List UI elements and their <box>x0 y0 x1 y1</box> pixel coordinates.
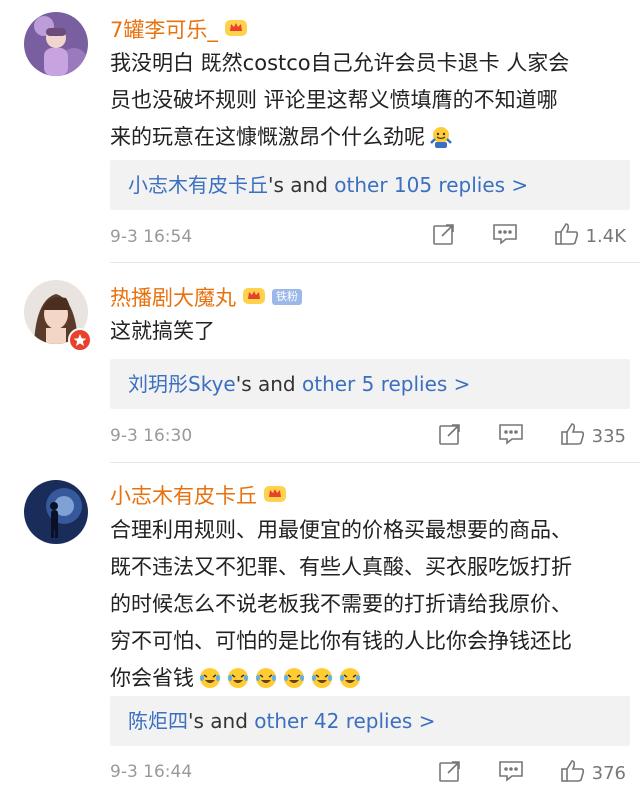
username[interactable]: 小志木有皮卡丘 <box>110 480 287 510</box>
comment-line: 来的玩意在这慷慨激昂个什么劲呢 <box>110 119 630 156</box>
shrug-emoji-icon <box>429 124 453 148</box>
replies-summary[interactable]: 刘玥彤Skye's and other 5 replies > <box>110 359 630 409</box>
laugh-cry-emoji-icon <box>338 665 362 689</box>
comment-1: 7罐李可乐_ 我没明白 既然costco自己允许会员卡退卡 人家会 员也没破坏规… <box>0 0 640 263</box>
like-count: 376 <box>591 763 626 784</box>
comment-icon[interactable] <box>498 759 524 788</box>
comment-3: 小志木有皮卡丘 合理利用规则、用最便宜的价格买最想要的商品、 既不违法又不犯罪、… <box>0 462 640 784</box>
comment-line: 穷不可怕、可怕的是比你有钱的人比你会挣钱还比 <box>110 629 572 653</box>
crown-badge-icon <box>224 17 248 42</box>
comment-line: 的时候怎么不说老板我不需要的打折请给我原价、 <box>110 592 572 616</box>
comment-line: 我没明白 既然costco自己允许会员卡退卡 人家会 <box>110 51 570 75</box>
verified-badge-icon <box>68 328 92 352</box>
username[interactable]: 7罐李可乐_ <box>110 14 248 44</box>
reply-connector: 's and <box>235 372 296 396</box>
comment-2: 热播剧大魔丸 铁粉 这就搞笑了 刘玥彤Skye's and other 5 re… <box>0 262 640 463</box>
username-text[interactable]: 7罐李可乐_ <box>110 14 218 44</box>
share-icon[interactable] <box>438 422 462 451</box>
laugh-cry-emoji-icon <box>254 665 278 689</box>
crown-badge-icon <box>242 285 266 310</box>
reply-user-link[interactable]: 刘玥彤Skye <box>128 372 236 396</box>
crown-badge-icon <box>263 483 287 508</box>
laugh-cry-emoji-icon <box>198 665 222 689</box>
like-count: 1.4K <box>585 226 626 247</box>
avatar[interactable] <box>24 12 88 76</box>
reply-count-link[interactable]: other 105 replies > <box>334 173 528 197</box>
comment-text: 合理利用规则、用最便宜的价格买最想要的商品、 既不违法又不犯罪、有些人真酸、买衣… <box>110 512 630 697</box>
laugh-cry-emoji-icon <box>310 665 334 689</box>
reply-connector: 's and <box>188 709 248 733</box>
comment-line: 既不违法又不犯罪、有些人真酸、买衣服吃饭打折 <box>110 555 572 579</box>
replies-summary[interactable]: 小志木有皮卡丘's and other 105 replies > <box>110 160 630 210</box>
comment-line: 合理利用规则、用最便宜的价格买最想要的商品、 <box>110 518 572 542</box>
comment-text: 我没明白 既然costco自己允许会员卡退卡 人家会 员也没破坏规则 评论里这帮… <box>110 45 630 156</box>
comment-text: 这就搞笑了 <box>110 313 630 350</box>
comment-icon[interactable] <box>492 222 518 251</box>
username-text[interactable]: 小志木有皮卡丘 <box>110 480 257 510</box>
share-icon[interactable] <box>438 759 462 788</box>
comment-actions: 1.4K <box>396 222 626 251</box>
comment-line: 这就搞笑了 <box>110 319 215 343</box>
like-icon[interactable] <box>554 222 580 251</box>
comment-icon[interactable] <box>498 422 524 451</box>
reply-connector: 's and <box>268 173 328 197</box>
comment-line-text: 你会省钱 <box>110 666 194 690</box>
share-icon[interactable] <box>432 222 456 251</box>
comment-line: 员也没破坏规则 评论里这帮义愤填膺的不知道哪 <box>110 88 558 112</box>
comment-line-text: 来的玩意在这慷慨激昂个什么劲呢 <box>110 125 425 149</box>
laugh-cry-emoji-icon <box>226 665 250 689</box>
reply-user-link[interactable]: 陈炬四 <box>128 709 188 733</box>
timestamp: 9-3 16:30 <box>110 426 193 446</box>
username[interactable]: 热播剧大魔丸 铁粉 <box>110 282 302 312</box>
timestamp: 9-3 16:44 <box>110 762 193 782</box>
comment-actions: 335 <box>402 422 626 451</box>
avatar[interactable] <box>24 480 88 544</box>
reply-user-link[interactable]: 小志木有皮卡丘 <box>128 173 268 197</box>
comment-line: 你会省钱 <box>110 660 630 697</box>
reply-count-link[interactable]: other 5 replies > <box>302 372 470 396</box>
laugh-cry-emoji-icon <box>282 665 306 689</box>
comment-actions: 376 <box>402 759 626 788</box>
replies-summary[interactable]: 陈炬四's and other 42 replies > <box>110 696 630 746</box>
like-icon[interactable] <box>560 759 586 788</box>
fan-badge: 铁粉 <box>272 289 302 305</box>
timestamp: 9-3 16:54 <box>110 227 193 247</box>
like-icon[interactable] <box>560 422 586 451</box>
like-count: 335 <box>591 426 626 447</box>
reply-count-link[interactable]: other 42 replies > <box>254 709 435 733</box>
username-text[interactable]: 热播剧大魔丸 <box>110 282 236 312</box>
